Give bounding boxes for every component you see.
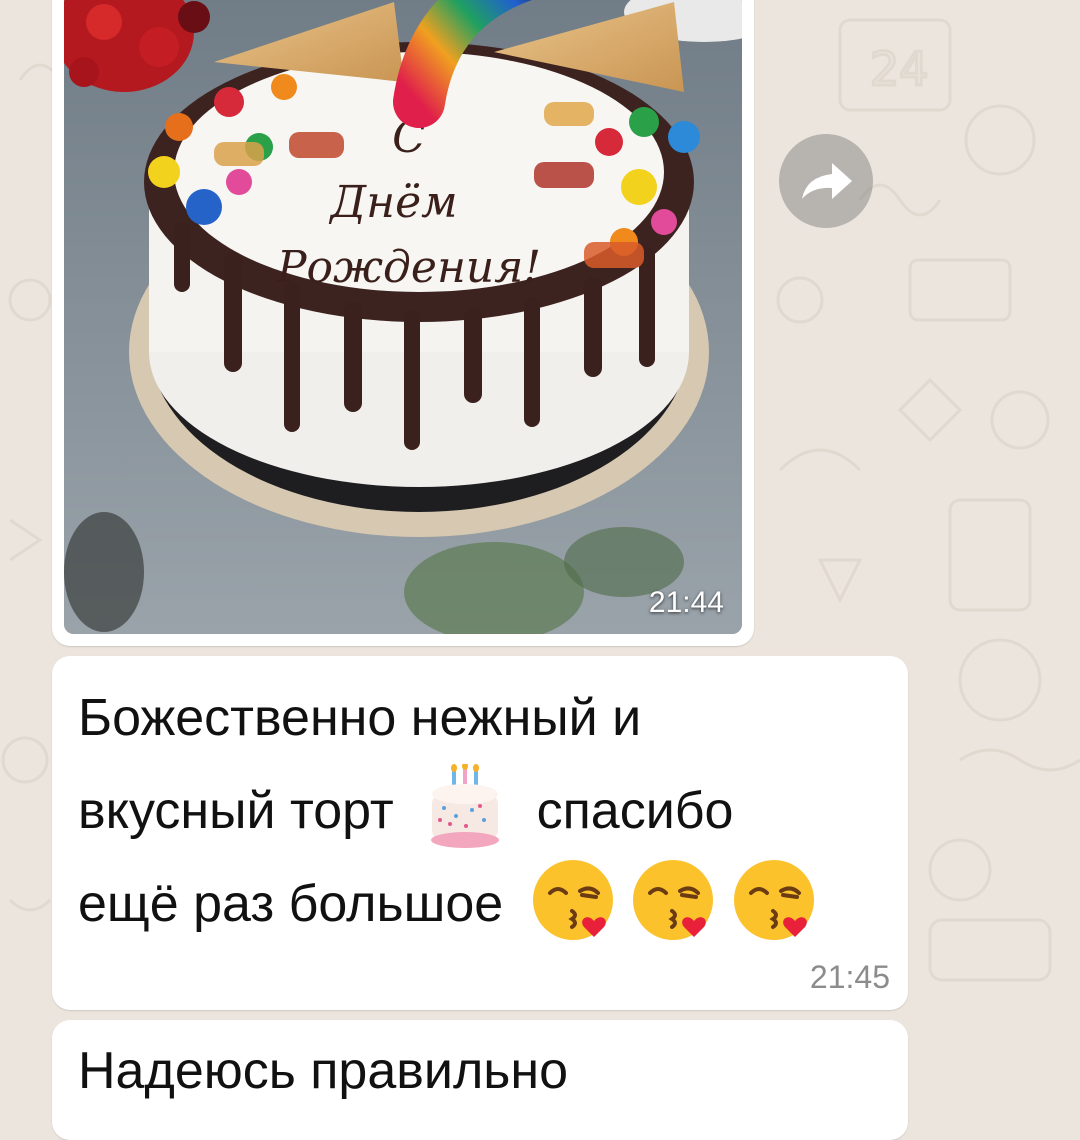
- forward-share-icon: [802, 163, 852, 199]
- message-line-3: ещё раз большое: [78, 858, 878, 951]
- face-blowing-kiss-emoji-icon: [530, 857, 616, 943]
- forward-button[interactable]: [779, 134, 873, 228]
- face-blowing-kiss-emoji-icon: [731, 857, 817, 943]
- message-line-3-text: ещё раз большое: [78, 875, 504, 933]
- message-line-2-text: вкусный торт: [78, 782, 394, 840]
- cake-photo-illustration: С Днём Рождения!: [64, 0, 742, 634]
- birthday-cake-emoji-icon: [422, 764, 508, 850]
- cake-inscription-2: Днём: [328, 177, 457, 228]
- cake-inscription-3: Рождения!: [276, 242, 541, 293]
- partial-message-text: Надеюсь правильно: [78, 1042, 569, 1100]
- message-line-2: вкусный торт спасибо: [78, 764, 878, 858]
- svg-text:24: 24: [870, 42, 929, 96]
- message-text: Божественно нежный и вкусный торт спасиб…: [78, 672, 878, 951]
- message-line-2-thanks: спасибо: [536, 782, 734, 840]
- message-line-1: Божественно нежный и: [78, 689, 642, 747]
- text-message-bubble-partial[interactable]: Надеюсь правильно: [52, 1020, 908, 1140]
- image-message-bubble[interactable]: С Днём Рождения! 21:44: [52, 0, 754, 646]
- image-timestamp: 21:44: [648, 586, 724, 619]
- cake-photo[interactable]: С Днём Рождения! 21:44: [64, 0, 742, 634]
- text-message-bubble[interactable]: Божественно нежный и вкусный торт спасиб…: [52, 656, 908, 1010]
- message-timestamp: 21:45: [809, 959, 890, 995]
- face-blowing-kiss-emoji-icon: [630, 857, 716, 943]
